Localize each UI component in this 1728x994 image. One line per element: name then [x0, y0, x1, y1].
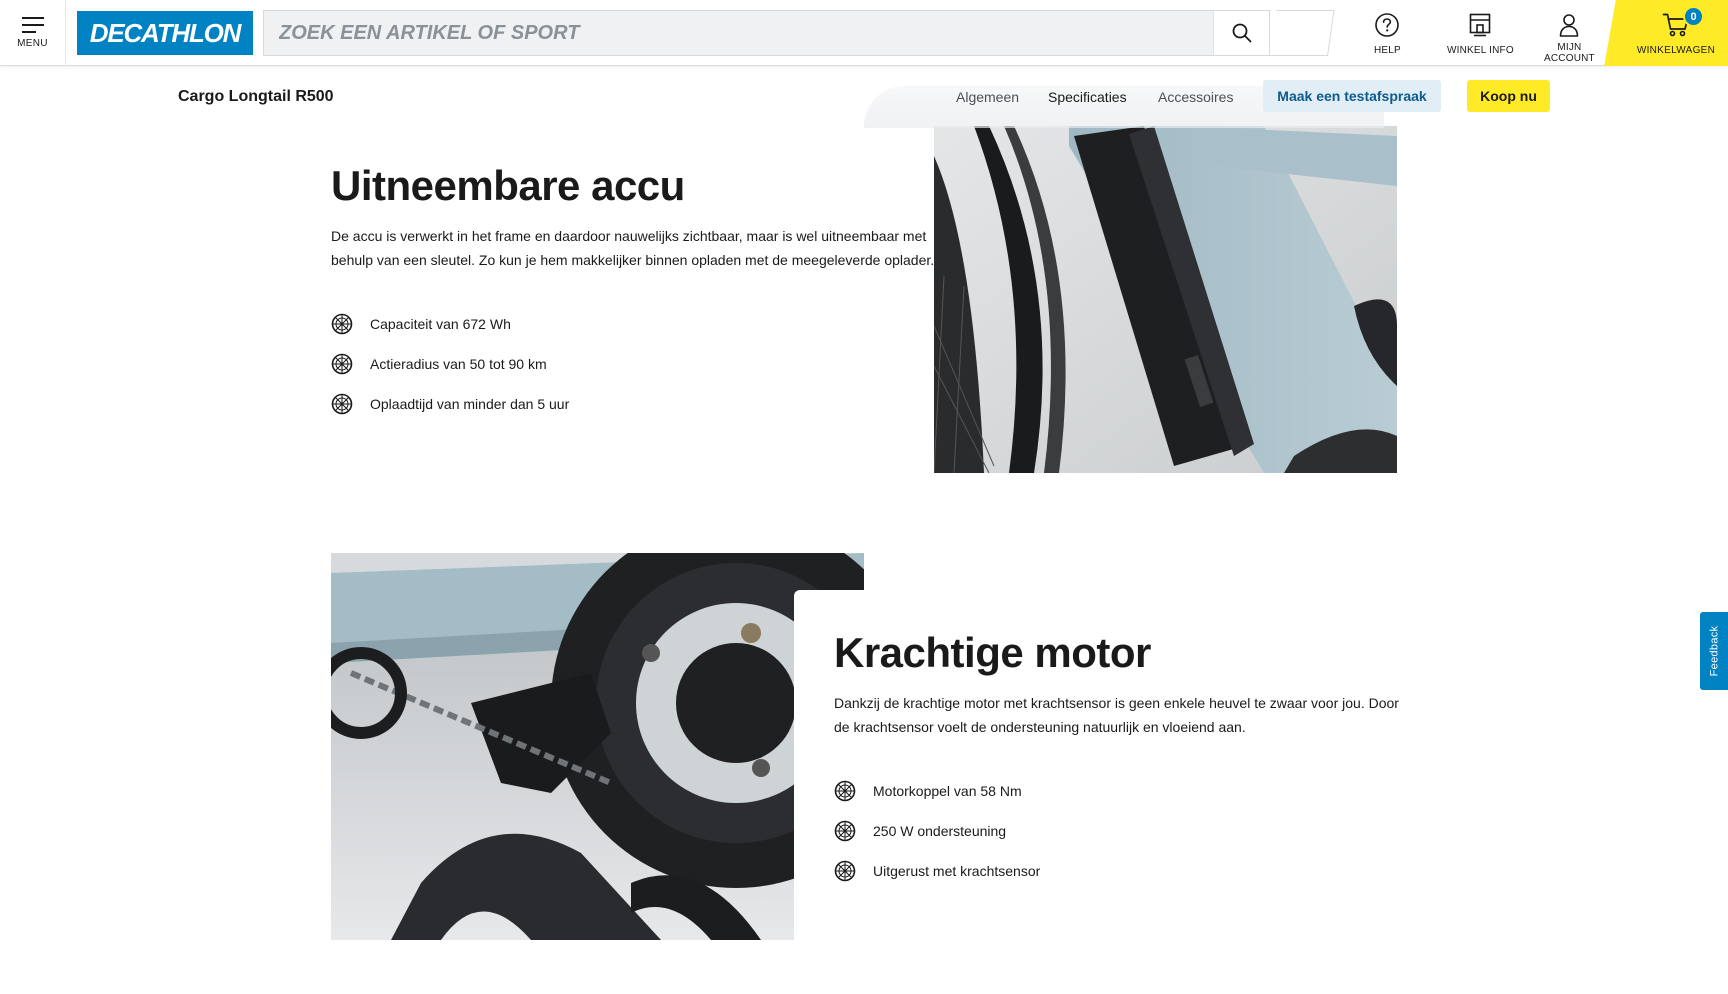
wheel-icon — [331, 393, 353, 415]
test-ride-button[interactable]: Maak een testafspraak — [1263, 80, 1441, 112]
feature-label: Motorkoppel van 58 Nm — [873, 783, 1022, 799]
menu-label: MENU — [17, 38, 48, 49]
cart-count-badge: 0 — [1683, 6, 1704, 27]
wheel-icon — [834, 860, 856, 882]
section-description: De accu is verwerkt in het frame en daar… — [331, 224, 934, 272]
motor-photo — [331, 553, 864, 940]
wheel-icon — [331, 353, 353, 375]
hamburger-icon — [21, 17, 44, 33]
account-label-line-2: ACCOUNT — [1544, 53, 1595, 64]
feature-label: Capaciteit van 672 Wh — [370, 316, 511, 332]
product-subnav: Cargo Longtail R500 Algemeen Specificati… — [0, 66, 1728, 128]
wheel-icon — [834, 820, 856, 842]
section-title: Uitneembare accu — [331, 162, 685, 209]
feature-label: Actieradius van 50 tot 90 km — [370, 356, 547, 372]
help-link[interactable]: HELP — [1374, 12, 1401, 56]
section-description: Dankzij de krachtige motor met krachtsen… — [834, 691, 1399, 739]
help-icon — [1375, 13, 1400, 37]
buy-now-button[interactable]: Koop nu — [1467, 80, 1550, 112]
description-line: de krachtsensor voelt de ondersteuning n… — [834, 719, 1246, 735]
feedback-label: Feedback — [1708, 625, 1720, 677]
tab-accessoires[interactable]: Accessoires — [1158, 89, 1233, 105]
feature-label: Uitgerust met krachtsensor — [873, 863, 1041, 879]
wheel-icon — [331, 313, 353, 335]
logo-text: DECATHLON — [89, 17, 242, 48]
account-link[interactable]: MIJN ACCOUNT — [1544, 12, 1595, 64]
search-bar-edge — [1270, 10, 1335, 56]
product-title: Cargo Longtail R500 — [178, 88, 334, 105]
feature-item: Oplaadtijd van minder dan 5 uur — [331, 393, 569, 415]
feature-item: Uitgerust met krachtsensor — [834, 860, 1040, 882]
feature-item: Actieradius van 50 tot 90 km — [331, 353, 547, 375]
feature-label: Oplaadtijd van minder dan 5 uur — [370, 396, 570, 412]
section-title: Krachtige motor — [834, 629, 1151, 676]
description-line: Dankzij de krachtige motor met krachtsen… — [834, 695, 1399, 711]
description-line: behulp van een sleutel. Zo kun je hem ma… — [331, 252, 935, 268]
search-button[interactable] — [1213, 11, 1269, 55]
battery-photo — [934, 126, 1397, 473]
cart-button[interactable]: WINKELWAGEN 0 — [1624, 0, 1728, 66]
search-icon — [1232, 23, 1251, 43]
feature-item: 250 W ondersteuning — [834, 820, 1006, 842]
search-input[interactable] — [264, 11, 1213, 55]
decathlon-logo[interactable]: DECATHLON — [77, 11, 253, 55]
account-label-line-1: MIJN — [1557, 42, 1582, 53]
tab-algemeen[interactable]: Algemeen — [956, 89, 1019, 105]
help-label: HELP — [1374, 45, 1401, 56]
menu-button[interactable]: MENU — [0, 0, 66, 66]
feature-label: 250 W ondersteuning — [873, 823, 1007, 839]
user-icon — [1560, 14, 1579, 37]
feedback-tab[interactable]: Feedback — [1700, 612, 1728, 690]
feature-item: Motorkoppel van 58 Nm — [834, 780, 1022, 802]
tab-specificaties[interactable]: Specificaties — [1048, 89, 1127, 105]
feature-item: Capaciteit van 672 Wh — [331, 313, 511, 335]
description-line: De accu is verwerkt in het frame en daar… — [331, 228, 927, 244]
search-bar — [263, 10, 1270, 56]
store-icon — [1470, 13, 1491, 37]
store-label: WINKEL INFO — [1447, 45, 1514, 56]
cart-label: WINKELWAGEN — [1636, 45, 1716, 56]
site-header: MENU DECATHLON HELP WINKEL INFO — [0, 0, 1728, 66]
wheel-icon — [834, 780, 856, 802]
store-info-link[interactable]: WINKEL INFO — [1447, 12, 1514, 56]
